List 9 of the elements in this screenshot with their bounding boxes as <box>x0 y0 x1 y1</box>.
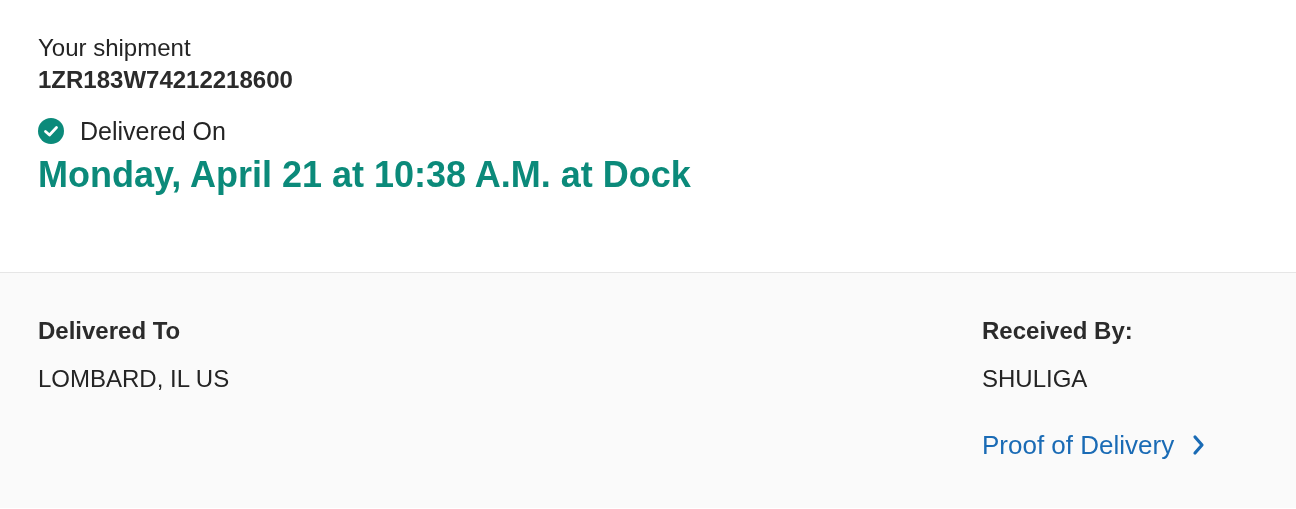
delivered-to-value: LOMBARD, IL US <box>38 364 230 394</box>
shipment-label: Your shipment <box>38 33 192 63</box>
tracking-number: 1ZR183W74212218600 <box>38 65 294 95</box>
received-by-value: SHULIGA <box>982 364 1088 394</box>
proof-of-delivery-link[interactable]: Proof of Delivery <box>982 429 1207 461</box>
delivered-to-label: Delivered To <box>38 316 181 346</box>
received-by-label: Received By: <box>982 316 1133 346</box>
status-label: Delivered On <box>80 116 226 146</box>
delivery-datetime: Monday, April 21 at 10:38 A.M. at Dock <box>38 153 692 197</box>
